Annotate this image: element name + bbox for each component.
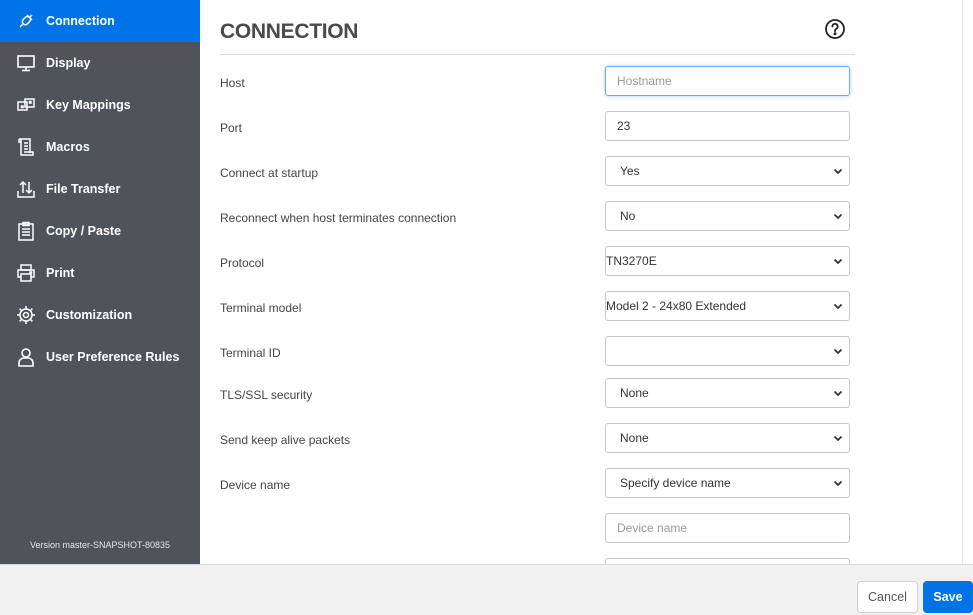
connect-at-startup-select[interactable]: Yes	[605, 156, 850, 186]
device-name-select[interactable]: Specify device name	[605, 468, 850, 498]
sidebar-item-print[interactable]: Print	[0, 252, 200, 294]
sidebar-item-label: Copy / Paste	[46, 224, 122, 238]
footer-bar	[0, 564, 973, 615]
printer-icon	[16, 263, 36, 283]
chevron-down-icon	[833, 213, 843, 220]
select-value: None	[620, 386, 649, 400]
settings-sidebar: Connection Display Key Mappings Macros F…	[0, 0, 200, 564]
reconnect-select[interactable]: No	[605, 201, 850, 231]
save-button[interactable]: Save	[923, 581, 973, 613]
protocol-label: Protocol	[220, 256, 265, 270]
sidebar-item-label: User Preference Rules	[46, 350, 180, 364]
clipboard-icon	[16, 221, 36, 241]
page-title: CONNECTION	[220, 20, 359, 43]
chevron-down-icon	[833, 303, 843, 310]
chevron-down-icon	[833, 390, 843, 397]
monitor-icon	[16, 53, 36, 73]
select-value: TN3270E	[606, 254, 657, 268]
device-name-input[interactable]: Device name	[605, 513, 850, 543]
terminal-id-label: Terminal ID	[220, 346, 281, 360]
port-input[interactable]: 23	[605, 111, 850, 141]
scrollbar[interactable]	[962, 0, 973, 564]
sidebar-item-macros[interactable]: Macros	[0, 126, 200, 168]
title-divider	[220, 54, 855, 55]
gear-icon	[16, 305, 36, 325]
device-name-label: Device name	[220, 478, 291, 492]
sidebar-item-connection[interactable]: Connection	[0, 0, 200, 42]
tls-ssl-security-select[interactable]: None	[605, 378, 850, 408]
port-value: 23	[617, 119, 631, 133]
sidebar-item-label: Customization	[46, 308, 133, 322]
connect-at-startup-label: Connect at startup	[220, 166, 319, 180]
scroll-icon	[16, 137, 36, 157]
question-circle-icon[interactable]	[824, 18, 846, 40]
key-mappings-icon	[16, 95, 36, 115]
user-icon	[16, 347, 36, 367]
host-placeholder: Hostname	[617, 74, 672, 88]
chevron-down-icon	[833, 258, 843, 265]
reconnect-label: Reconnect when host terminates connectio…	[220, 211, 457, 225]
sidebar-item-user-preference-rules[interactable]: User Preference Rules	[0, 336, 200, 378]
terminal-model-label: Terminal model	[220, 301, 302, 315]
select-value: Specify device name	[620, 476, 731, 490]
connection-settings-panel: CONNECTION Host Port Connect at startup …	[200, 0, 962, 564]
sidebar-item-label: Print	[46, 266, 75, 280]
tls-ssl-security-label: TLS/SSL security	[220, 388, 313, 402]
cancel-button[interactable]: Cancel	[857, 581, 918, 613]
sidebar-item-label: Macros	[46, 140, 90, 154]
transfer-arrows-icon	[16, 179, 36, 199]
terminal-id-select[interactable]	[605, 336, 850, 366]
select-value: No	[620, 209, 636, 223]
chevron-down-icon	[833, 348, 843, 355]
chevron-down-icon	[833, 480, 843, 487]
plug-icon	[16, 11, 36, 31]
sidebar-item-key-mappings[interactable]: Key Mappings	[0, 84, 200, 126]
sidebar-item-label: File Transfer	[46, 182, 121, 196]
device-name-placeholder: Device name	[617, 521, 688, 535]
sidebar-item-label: Key Mappings	[46, 98, 131, 112]
sidebar-item-label: Connection	[46, 14, 115, 28]
port-label: Port	[220, 121, 243, 135]
sidebar-item-file-transfer[interactable]: File Transfer	[0, 168, 200, 210]
keep-alive-select[interactable]: None	[605, 423, 850, 453]
keep-alive-label: Send keep alive packets	[220, 433, 351, 447]
version-label: Version master-SNAPSHOT-80835	[29, 540, 171, 550]
select-value: Model 2 - 24x80 Extended	[606, 299, 747, 313]
protocol-select[interactable]: TN3270E	[605, 246, 850, 276]
chevron-down-icon	[833, 435, 843, 442]
host-input[interactable]: Hostname	[605, 66, 850, 96]
select-value: None	[620, 431, 649, 445]
sidebar-item-customization[interactable]: Customization	[0, 294, 200, 336]
terminal-model-select[interactable]: Model 2 - 24x80 Extended	[605, 291, 850, 321]
sidebar-item-label: Display	[46, 56, 91, 70]
select-value: Yes	[620, 164, 640, 178]
host-label: Host	[220, 76, 245, 90]
sidebar-item-copy-paste[interactable]: Copy / Paste	[0, 210, 200, 252]
sidebar-item-display[interactable]: Display	[0, 42, 200, 84]
chevron-down-icon	[833, 168, 843, 175]
